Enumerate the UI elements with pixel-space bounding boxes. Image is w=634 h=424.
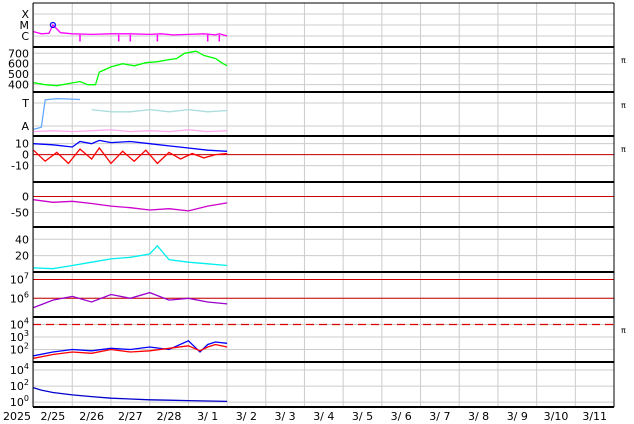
series-line xyxy=(33,199,228,212)
series-line xyxy=(33,129,228,133)
series-line xyxy=(33,291,228,309)
ytick-label: -50 xyxy=(11,207,29,220)
panel-high-energy: 104102100 xyxy=(10,362,614,409)
right-marker: π xyxy=(621,326,626,335)
panel-imf-bt-bz: 100-10π xyxy=(11,138,626,173)
ytick-label: A xyxy=(21,120,29,133)
ytick-label: 20 xyxy=(15,250,29,263)
ytick-label: 400 xyxy=(8,79,29,92)
x-tick-label: 3/ 1 xyxy=(197,410,218,423)
ytick-label: 0 xyxy=(22,190,29,203)
space-weather-chart: XMC700600500400πTAπ100-10π0-504020107106… xyxy=(3,2,626,423)
right-marker: π xyxy=(621,101,626,110)
x-tick-label: 2/28 xyxy=(157,410,182,423)
ytick-label: 107 xyxy=(10,272,29,287)
ytick-label: C xyxy=(21,30,29,43)
ytick-label: 106 xyxy=(10,290,29,305)
x-tick-label: 3/ 9 xyxy=(507,410,528,423)
right-marker: π xyxy=(621,56,626,65)
x-tick-label: 3/ 7 xyxy=(429,410,450,423)
x-tick-label: 3/10 xyxy=(544,410,569,423)
ytick-label: 40 xyxy=(15,233,29,246)
x-tick-label: 3/ 5 xyxy=(352,410,373,423)
series-line xyxy=(33,139,228,152)
ytick-label: 102 xyxy=(10,378,29,393)
ytick-label: 102 xyxy=(10,342,29,357)
x-axis: 2025 2/25 2/26 2/27 2/28 3/ 1 3/ 2 3/ 3 3/ 4 3/ 5… xyxy=(3,410,607,423)
series-line xyxy=(33,50,228,87)
panel-solar-wind-speed: 700600500400π xyxy=(8,47,626,91)
panel-proton-flux: 104103102π xyxy=(10,317,626,359)
series-line xyxy=(33,23,228,37)
ytick-label: 104 xyxy=(10,362,29,377)
x-tick-label: 2/25 xyxy=(41,410,66,423)
panel-electron-flux: 107106 xyxy=(10,272,614,309)
ytick-label: T xyxy=(21,97,29,110)
ytick-label: -10 xyxy=(11,160,29,173)
series-line xyxy=(33,244,228,270)
series-line xyxy=(91,108,228,113)
x-tick-label: 3/ 3 xyxy=(274,410,295,423)
x-tick-label: 2/27 xyxy=(118,410,143,423)
x-axis-year: 2025 xyxy=(3,410,31,423)
x-tick-label: 3/ 4 xyxy=(313,410,334,423)
x-tick-label: 3/ 6 xyxy=(391,410,412,423)
x-tick-label: 3/ 8 xyxy=(468,410,489,423)
x-tick-label: 3/11 xyxy=(582,410,607,423)
panel-temperature-alpha: TAπ xyxy=(21,97,626,133)
x-tick-label: 3/ 2 xyxy=(236,410,257,423)
panel-kp-like: 4020 xyxy=(15,233,614,270)
panel-xray: XMC xyxy=(20,8,614,43)
panel-dst: 0-50 xyxy=(11,190,614,220)
series-line xyxy=(33,387,228,403)
ytick-label: 100 xyxy=(10,394,29,409)
x-tick-label: 2/26 xyxy=(79,410,104,423)
right-marker: π xyxy=(621,145,626,154)
series-line xyxy=(33,146,228,165)
